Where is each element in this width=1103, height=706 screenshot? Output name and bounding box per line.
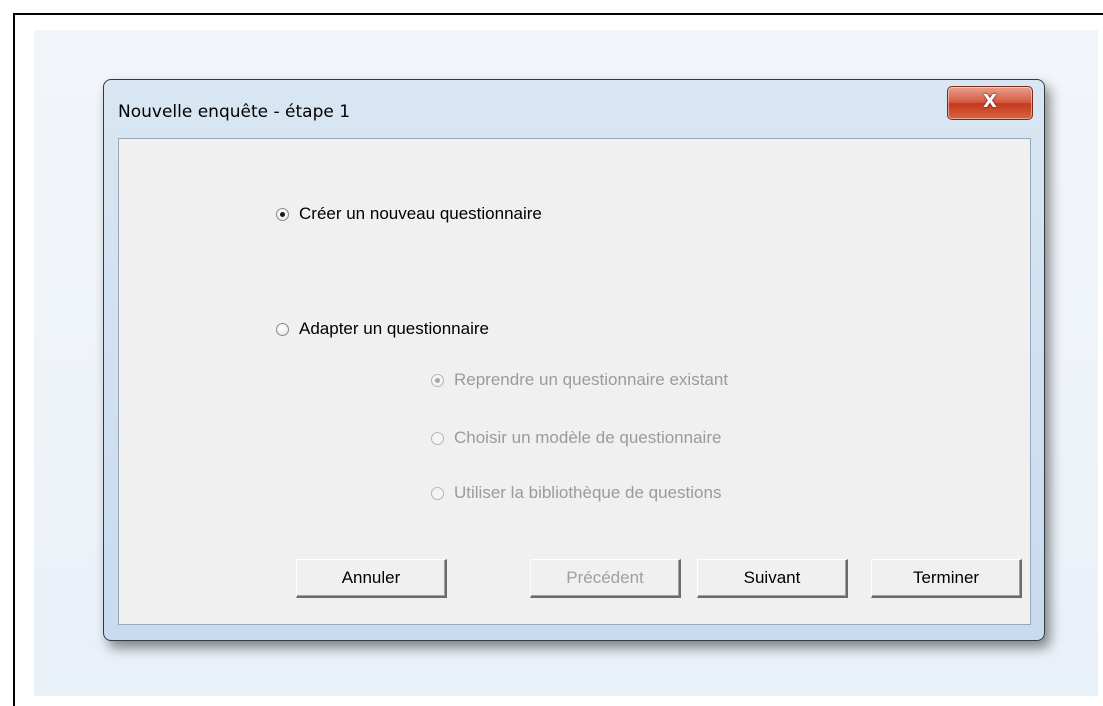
radio-choose-template bbox=[431, 431, 444, 445]
radio-create-new[interactable] bbox=[276, 207, 289, 221]
option-reuse-existing-label: Reprendre un questionnaire existant bbox=[454, 370, 729, 389]
option-create-new[interactable]: Créer un nouveau questionnaire bbox=[276, 204, 542, 224]
cancel-button[interactable]: Annuler bbox=[296, 559, 447, 598]
option-create-new-label: Créer un nouveau questionnaire bbox=[299, 204, 542, 223]
radio-question-library bbox=[431, 486, 444, 500]
option-reuse-existing: Reprendre un questionnaire existant bbox=[431, 370, 728, 390]
option-adapt[interactable]: Adapter un questionnaire bbox=[276, 319, 489, 339]
new-survey-dialog: Nouvelle enquête - étape 1 X Créer un no… bbox=[103, 79, 1045, 641]
dialog-title: Nouvelle enquête - étape 1 bbox=[118, 102, 351, 122]
close-icon: X bbox=[983, 91, 997, 112]
option-choose-template: Choisir un modèle de questionnaire bbox=[431, 428, 721, 448]
title-bar[interactable]: Nouvelle enquête - étape 1 X bbox=[104, 80, 1044, 140]
frame-border-left bbox=[13, 13, 15, 706]
radio-reuse-existing bbox=[431, 373, 444, 387]
option-choose-template-label: Choisir un modèle de questionnaire bbox=[454, 428, 722, 447]
frame-border-top bbox=[13, 13, 1103, 15]
option-adapt-label: Adapter un questionnaire bbox=[299, 319, 489, 338]
dialog-client-area: Créer un nouveau questionnaire Adapter u… bbox=[118, 138, 1031, 625]
option-question-library: Utiliser la bibliothèque de questions bbox=[431, 483, 721, 503]
close-button[interactable]: X bbox=[947, 86, 1033, 120]
next-button[interactable]: Suivant bbox=[697, 559, 848, 598]
option-question-library-label: Utiliser la bibliothèque de questions bbox=[454, 483, 722, 502]
previous-button: Précédent bbox=[530, 559, 681, 598]
finish-button[interactable]: Terminer bbox=[871, 559, 1022, 598]
radio-adapt[interactable] bbox=[276, 322, 289, 336]
